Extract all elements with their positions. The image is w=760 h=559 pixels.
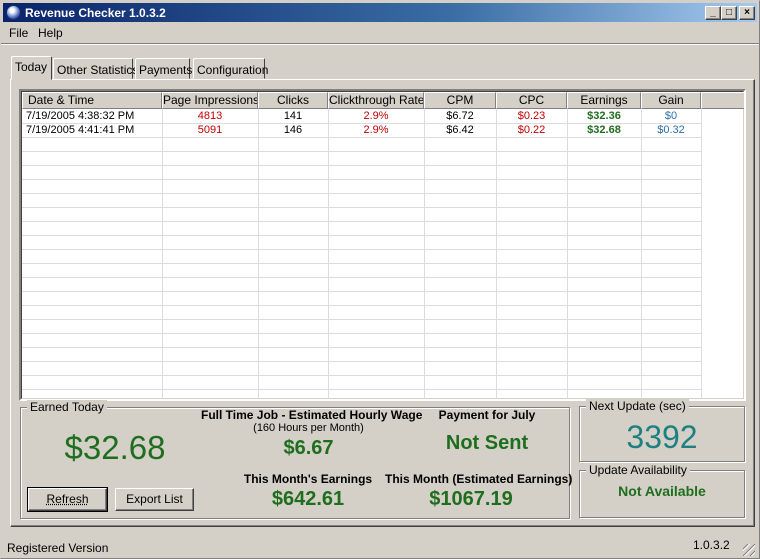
payment-title: Payment for July <box>438 408 536 422</box>
tab-configuration[interactable]: Configuration <box>193 58 268 79</box>
tab-payments[interactable]: Payments <box>135 58 192 79</box>
minimize-icon: _ <box>710 7 716 18</box>
table-row[interactable]: 7/19/2005 4:41:41 PM 5091 146 2.9% $6.42 $0.2… <box>22 124 701 138</box>
hourly-wage-value: $6.67 <box>283 437 334 459</box>
col-header-earnings[interactable]: Earnings <box>567 92 641 109</box>
list-grid <box>22 109 743 399</box>
cell-gain: $0 <box>664 110 678 122</box>
grid-hline <box>22 249 701 250</box>
tab-today[interactable]: Today <box>11 56 52 80</box>
grid-hline <box>22 165 701 166</box>
menu-help[interactable]: Help <box>38 26 63 40</box>
menu-separator <box>1 43 759 45</box>
grid-hline <box>22 179 701 180</box>
grid-vline <box>424 109 425 399</box>
cell-earnings: $32.36 <box>587 110 621 122</box>
cell-ctr: 2.9% <box>363 124 389 136</box>
grid-vline <box>258 109 259 399</box>
col-header-clicks[interactable]: Clicks <box>258 92 328 109</box>
cell-date: 7/19/2005 4:41:41 PM <box>26 124 135 136</box>
cell-cpc: $0.23 <box>517 110 546 122</box>
list-frame: Date & Time Page Impressions Clicks Clic… <box>21 91 744 399</box>
revenue-list[interactable]: Date & Time Page Impressions Clicks Clic… <box>19 89 746 401</box>
cell-clicks: 141 <box>283 110 303 122</box>
month-estimated-value: $1067.19 <box>429 488 513 510</box>
next-update-title: Next Update (sec) <box>586 399 689 413</box>
grid-vline <box>641 109 642 399</box>
cell-gain: $0.32 <box>657 124 685 136</box>
month-earnings-title: This Month's Earnings <box>243 472 373 486</box>
refresh-button[interactable]: Refresh <box>27 487 108 512</box>
cell-impressions: 5091 <box>197 124 223 136</box>
col-header-date[interactable]: Date & Time <box>22 92 162 109</box>
cell-cpm: $6.42 <box>446 124 474 136</box>
earned-today-title: Earned Today <box>27 400 107 414</box>
grid-hline <box>22 235 701 236</box>
grid-hline <box>22 207 701 208</box>
hourly-wage-title: Full Time Job - Estimated Hourly Wage <box>201 408 423 422</box>
month-earnings-value: $642.61 <box>271 488 345 510</box>
grid-hline <box>22 291 701 292</box>
main-window: Revenue Checker 1.0.3.2 _ □ × File Help … <box>0 0 760 559</box>
grid-hline <box>22 347 701 348</box>
col-header-cpm[interactable]: CPM <box>424 92 496 109</box>
table-row[interactable]: 7/19/2005 4:38:32 PM 4813 141 2.9% $6.72 $0.2… <box>22 110 701 124</box>
cell-impressions: 4813 <box>197 110 223 122</box>
update-availability-value: Not Available <box>618 483 706 499</box>
cell-cpc: $0.22 <box>517 124 546 136</box>
grid-vline <box>701 109 702 399</box>
maximize-icon: □ <box>725 7 733 18</box>
month-estimated-title: This Month (Estimated Earnings) <box>385 472 573 486</box>
grid-vline <box>567 109 568 399</box>
status-bar: Registered Version 1.0.3.2 <box>3 536 759 558</box>
next-update-value: 3392 <box>626 419 698 455</box>
col-header-ctr[interactable]: Clickthrough Rate <box>328 92 424 109</box>
close-button[interactable]: × <box>739 6 755 20</box>
grid-hline <box>22 263 701 264</box>
grid-hline <box>22 221 701 222</box>
resize-grip-icon[interactable] <box>743 544 755 556</box>
status-version: 1.0.3.2 <box>693 538 730 552</box>
minimize-button[interactable]: _ <box>705 6 721 20</box>
earned-today-amount: $32.68 <box>64 429 166 466</box>
update-availability-title: Update Availability <box>586 463 690 477</box>
cell-ctr: 2.9% <box>363 110 389 122</box>
cell-earnings: $32.68 <box>587 124 621 136</box>
hourly-wage-subtitle: (160 Hours per Month) <box>253 422 364 434</box>
col-header-impressions[interactable]: Page Impressions <box>162 92 258 109</box>
cell-clicks: 146 <box>283 124 303 136</box>
grid-vline <box>162 109 163 399</box>
maximize-button[interactable]: □ <box>721 6 737 20</box>
grid-hline <box>22 305 701 306</box>
cell-cpm: $6.72 <box>446 110 474 122</box>
cell-date: 7/19/2005 4:38:32 PM <box>26 110 135 122</box>
app-icon <box>6 5 21 20</box>
col-header-filler <box>701 92 744 109</box>
grid-hline <box>22 277 701 278</box>
title-bar[interactable]: Revenue Checker 1.0.3.2 _ □ × <box>3 3 757 22</box>
window-title: Revenue Checker 1.0.3.2 <box>25 6 166 20</box>
close-icon: × <box>744 7 750 18</box>
export-list-button[interactable]: Export List <box>115 488 194 511</box>
grid-vline <box>496 109 497 399</box>
menu-file[interactable]: File <box>9 26 28 40</box>
col-header-cpc[interactable]: CPC <box>496 92 567 109</box>
payment-value: Not Sent <box>445 432 529 454</box>
tab-other-statistics[interactable]: Other Statistics <box>53 58 138 79</box>
grid-hline <box>22 375 701 376</box>
grid-hline <box>22 319 701 320</box>
refresh-label: Refresh <box>46 492 89 506</box>
grid-hline <box>22 151 701 152</box>
grid-hline <box>22 389 701 390</box>
grid-vline <box>328 109 329 399</box>
status-registered: Registered Version <box>7 541 109 555</box>
grid-hline <box>22 193 701 194</box>
col-header-gain[interactable]: Gain <box>641 92 701 109</box>
grid-hline <box>22 361 701 362</box>
menu-bar: File Help <box>3 23 757 42</box>
grid-hline <box>22 333 701 334</box>
